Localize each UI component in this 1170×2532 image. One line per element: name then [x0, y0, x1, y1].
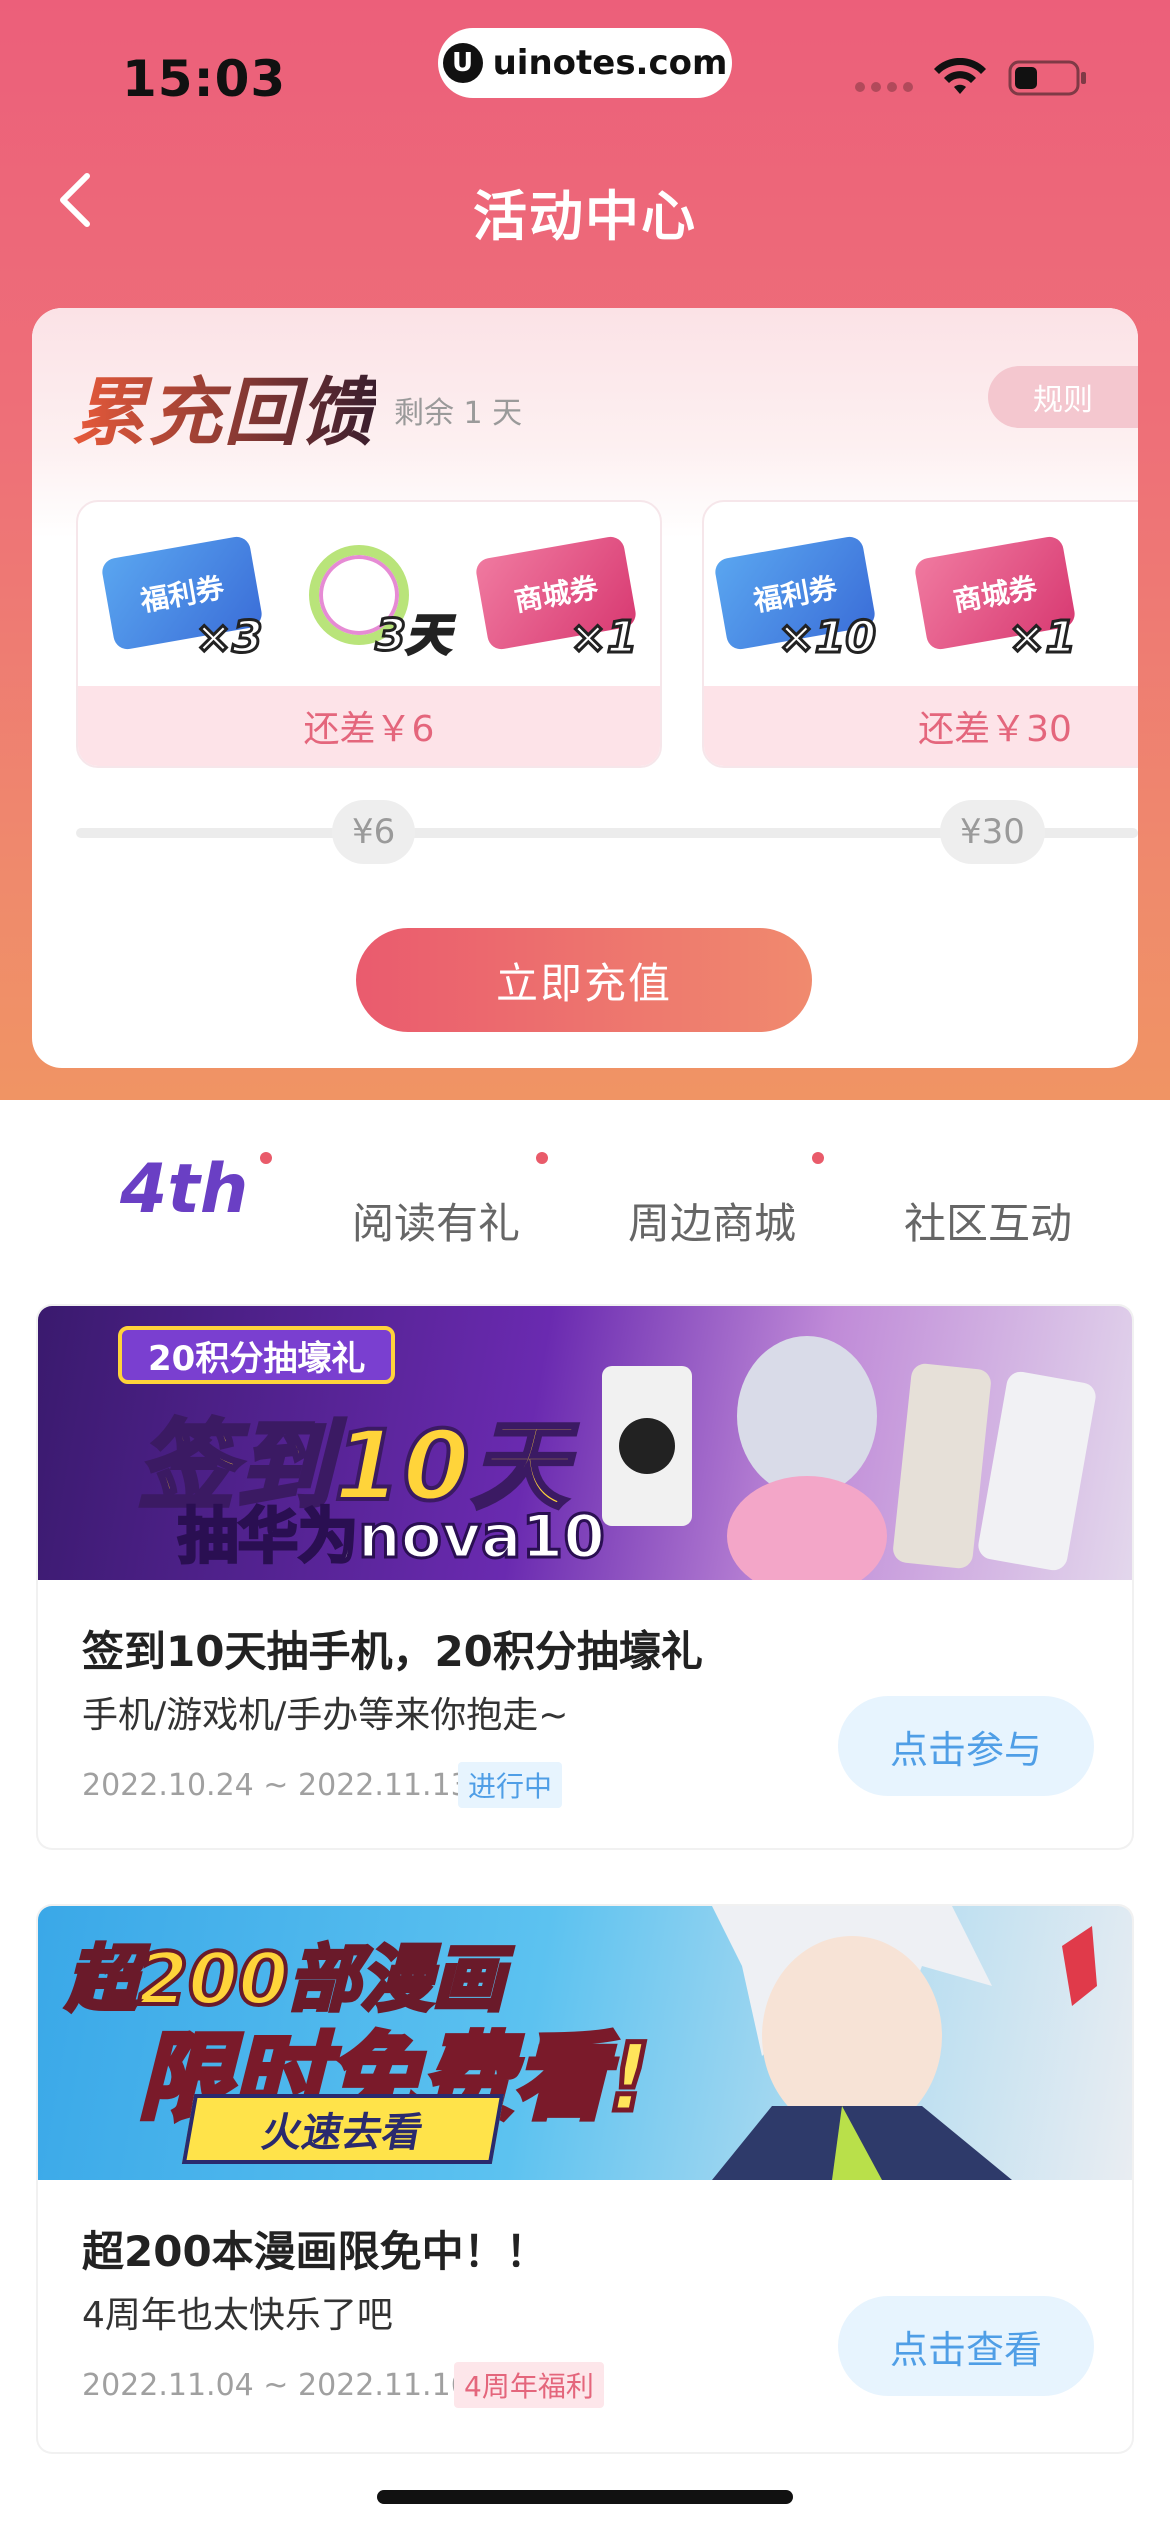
milestone-badge: ¥30 [940, 800, 1045, 864]
page-title: 活动中心 [473, 185, 697, 248]
tab-notification-dot [536, 1152, 548, 1164]
signal-icon [855, 82, 913, 92]
reward-item: 商城券 ×1 [471, 527, 641, 667]
anniversary-logo-icon[interactable]: 4th [120, 1150, 248, 1250]
reward-tier-2[interactable]: 福利券 ×10 商城券 ×1 还差￥30 [702, 500, 1138, 768]
home-indicator[interactable] [377, 2490, 793, 2504]
reward-item: 福利券 ×10 [710, 527, 880, 667]
status-badge: 进行中 [458, 1762, 563, 1808]
site-logo-icon: U [442, 43, 483, 83]
activity-description: 4周年也太快乐了吧 [82, 2295, 393, 2336]
tab-reading-rewards[interactable]: 阅读有礼 [352, 1190, 520, 1251]
activity-banner[interactable]: 20积分抽壕礼 签到10天 抽华为nova10 [38, 1306, 1132, 1580]
tier-rewards: 福利券 ×3 3天 商城券 ×1 [78, 502, 660, 692]
url-pill[interactable]: U uinotes.com [438, 28, 732, 98]
recharge-reward-card: 累充回馈 剩余 1 天 规则 福利券 ×3 3天 商城券 ×1 还差￥6 福利券… [32, 308, 1138, 1068]
tab-notification-dot [812, 1152, 824, 1164]
milestone-badge: ¥6 [332, 800, 416, 864]
activity-title: 超200本漫画限免中！！ [82, 2227, 548, 2276]
reward-quantity: ×10 [776, 611, 877, 665]
reward-item: 福利券 ×3 [97, 527, 267, 667]
recharge-title: 累充回馈 [72, 353, 376, 460]
reward-quantity: ×3 [194, 611, 265, 665]
remaining-time: 剩余 1 天 [394, 396, 523, 431]
reward-item: 商城券 ×1 [910, 527, 1080, 667]
status-time: 15:03 [122, 50, 287, 108]
character-illustration [712, 1906, 1097, 2180]
reward-quantity: ×1 [1007, 611, 1078, 665]
banner-tag: 20积分抽壕礼 [118, 1326, 396, 1384]
tier-rewards: 福利券 ×10 商城券 ×1 [704, 502, 1138, 692]
banner-cta: 火速去看 [181, 2094, 505, 2164]
activity-title: 签到10天抽手机，20积分抽壕礼 [82, 1627, 703, 1676]
activity-card[interactable]: 超200部漫画 限时免费看! 火速去看 超200本漫画限免中！！ 4周年也太快乐… [38, 1906, 1132, 2452]
url-text: uinotes.com [492, 43, 728, 83]
tier-remaining-amount: 还差￥6 [78, 686, 660, 766]
reward-tier-1[interactable]: 福利券 ×3 3天 商城券 ×1 还差￥6 [76, 500, 662, 768]
reward-quantity: 3天 [374, 609, 452, 663]
tab-community[interactable]: 社区互动 [904, 1190, 1072, 1251]
activity-center-page: 15:03 U uinotes.com 活动中心 累充回馈 剩余 1 天 规则 … [0, 0, 1170, 2532]
banner-subline: 抽华为nova10 [176, 1501, 606, 1574]
activity-banner[interactable]: 超200部漫画 限时免费看! 火速去看 [38, 1906, 1132, 2180]
view-button[interactable]: 点击查看 [838, 2296, 1094, 2396]
prize-illustration [602, 1336, 1096, 1580]
activity-date-range: 2022.11.04 ~ 2022.11.16 [82, 2368, 470, 2403]
reward-item: 3天 [284, 527, 454, 667]
activity-tabs: 4th 阅读有礼 周边商城 社区互动 [0, 1100, 1170, 1300]
tab-notification-dot [260, 1152, 272, 1164]
wifi-icon [934, 58, 986, 94]
rules-button[interactable]: 规则 [988, 366, 1138, 428]
join-button[interactable]: 点击参与 [838, 1696, 1094, 1796]
activity-description: 手机/游戏机/手办等来你抱走~ [82, 1695, 569, 1736]
tier-remaining-amount: 还差￥30 [704, 686, 1138, 766]
activity-card[interactable]: 20积分抽壕礼 签到10天 抽华为nova10 签到10天抽手机，20积分抽壕礼… [38, 1306, 1132, 1848]
recharge-now-button[interactable]: 立即充值 [356, 928, 812, 1032]
activity-date-range: 2022.10.24 ~ 2022.11.13 [82, 1768, 470, 1803]
tab-merch-store[interactable]: 周边商城 [628, 1190, 796, 1251]
status-badge: 4周年福利 [454, 2362, 604, 2408]
battery-icon [1008, 60, 1086, 96]
reward-quantity: ×1 [568, 611, 639, 665]
